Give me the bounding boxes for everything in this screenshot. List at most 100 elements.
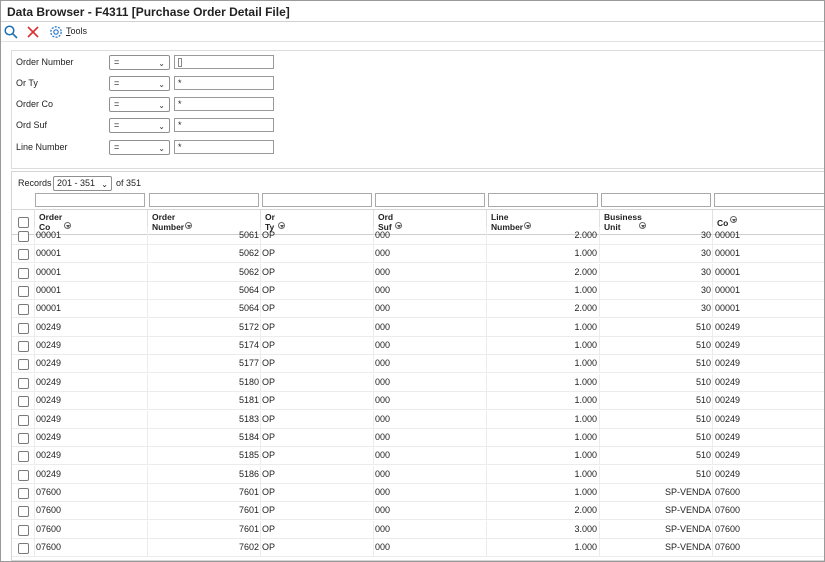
column-divider xyxy=(712,428,713,447)
table-row[interactable]: 00001 5062 OP 000 1.000 30 00001 xyxy=(12,245,824,264)
or-ty-input[interactable]: * xyxy=(174,76,274,90)
column-divider xyxy=(373,428,374,447)
filter-ord-suf[interactable] xyxy=(375,193,485,207)
operator-select[interactable]: = ⌄ xyxy=(109,140,170,155)
table-row[interactable]: 00249 5181 OP 000 1.000 510 00249 xyxy=(12,392,824,411)
column-divider xyxy=(373,483,374,502)
cell-order-co: 00249 xyxy=(36,376,62,387)
column-divider xyxy=(147,520,148,539)
filter-line-number[interactable] xyxy=(488,193,598,207)
chevron-down-icon: ⌄ xyxy=(101,180,108,189)
table-row[interactable]: 00249 5177 OP 000 1.000 510 00249 xyxy=(12,355,824,374)
row-checkbox[interactable] xyxy=(18,249,29,261)
cell-order-co: 00001 xyxy=(36,230,62,240)
column-divider xyxy=(34,300,35,319)
cell-co: 00001 xyxy=(715,303,741,314)
row-checkbox[interactable] xyxy=(18,451,29,463)
search-icon[interactable] xyxy=(4,25,18,39)
table-row[interactable]: 00001 5061 OP 000 2.000 30 00001 xyxy=(12,227,824,245)
sort-icon[interactable] xyxy=(730,216,737,223)
column-divider xyxy=(260,392,261,411)
row-checkbox[interactable] xyxy=(18,432,29,444)
row-checkbox[interactable] xyxy=(18,377,29,389)
row-checkbox[interactable] xyxy=(18,414,29,426)
table-row[interactable]: 00249 5183 OP 000 1.000 510 00249 xyxy=(12,410,824,429)
column-divider xyxy=(712,392,713,411)
column-divider xyxy=(373,538,374,557)
column-divider xyxy=(260,447,261,466)
row-checkbox[interactable] xyxy=(18,396,29,408)
order-number-input[interactable] xyxy=(174,55,274,69)
filter-business-unit[interactable] xyxy=(601,193,711,207)
row-checkbox[interactable] xyxy=(18,487,29,499)
table-row[interactable]: 07600 7602 OP 000 1.000 SP-VENDA 07600 xyxy=(12,538,824,557)
operator-select[interactable]: = ⌄ xyxy=(109,55,170,70)
operator-select[interactable]: = ⌄ xyxy=(109,118,170,133)
row-checkbox[interactable] xyxy=(18,322,29,334)
chevron-down-icon: ⌄ xyxy=(158,80,165,89)
operator-value: = xyxy=(114,78,120,88)
column-divider xyxy=(486,428,487,447)
row-checkbox[interactable] xyxy=(18,506,29,518)
row-checkbox[interactable] xyxy=(18,542,29,554)
row-checkbox[interactable] xyxy=(18,267,29,279)
column-divider xyxy=(712,465,713,484)
cell-order-number: 7601 xyxy=(238,505,259,516)
cell-line-number: 1.000 xyxy=(574,413,597,424)
gear-icon[interactable] xyxy=(49,25,63,39)
row-checkbox[interactable] xyxy=(18,304,29,316)
records-range-select[interactable]: 201 - 351 ⌄ xyxy=(53,176,112,191)
close-icon[interactable] xyxy=(26,25,40,39)
filter-co[interactable] xyxy=(714,193,824,207)
table-row[interactable]: 00249 5172 OP 000 1.000 510 00249 xyxy=(12,318,824,337)
row-checkbox[interactable] xyxy=(18,469,29,481)
cell-business-unit: 510 xyxy=(695,321,711,332)
order-co-input[interactable]: * xyxy=(174,97,274,111)
cell-line-number: 2.000 xyxy=(574,303,597,314)
filter-order-co[interactable] xyxy=(35,193,145,207)
table-row[interactable]: 00249 5174 OP 000 1.000 510 00249 xyxy=(12,337,824,356)
results-grid: Records 201 - 351 ⌄ of 351 Order Co Order… xyxy=(11,171,824,561)
row-checkbox[interactable] xyxy=(18,341,29,353)
column-divider xyxy=(147,227,148,245)
toolbar: Tools xyxy=(1,22,824,42)
column-divider xyxy=(486,502,487,521)
operator-select[interactable]: = ⌄ xyxy=(109,97,170,112)
column-divider xyxy=(712,502,713,521)
cell-order-number: 5174 xyxy=(238,340,259,351)
filter-or-ty[interactable] xyxy=(262,193,372,207)
row-checkbox[interactable] xyxy=(18,286,29,298)
filter-order-number[interactable] xyxy=(149,193,259,207)
cell-co: 00249 xyxy=(715,340,741,351)
table-row[interactable]: 00249 5186 OP 000 1.000 510 00249 xyxy=(12,465,824,484)
column-divider xyxy=(599,318,600,337)
operator-select[interactable]: = ⌄ xyxy=(109,76,170,91)
cell-or-ty: OP xyxy=(262,505,276,516)
line-number-input[interactable]: * xyxy=(174,140,274,154)
table-row[interactable]: 00001 5062 OP 000 2.000 30 00001 xyxy=(12,263,824,282)
ord-suf-input[interactable]: * xyxy=(174,118,274,132)
cell-order-number: 5172 xyxy=(238,321,259,332)
table-row[interactable]: 00001 5064 OP 000 2.000 30 00001 xyxy=(12,300,824,319)
table-row[interactable]: 00249 5184 OP 000 1.000 510 00249 xyxy=(12,428,824,447)
cell-business-unit: 30 xyxy=(700,248,711,259)
table-row[interactable]: 07600 7601 OP 000 2.000 SP-VENDA 07600 xyxy=(12,502,824,521)
row-checkbox[interactable] xyxy=(18,524,29,536)
column-divider xyxy=(260,282,261,301)
table-row[interactable]: 00249 5185 OP 000 1.000 510 00249 xyxy=(12,447,824,466)
column-divider xyxy=(260,520,261,539)
cell-co: 00249 xyxy=(715,321,741,332)
table-row[interactable]: 00249 5180 OP 000 1.000 510 00249 xyxy=(12,373,824,392)
column-filter-row xyxy=(12,192,824,209)
cell-order-co: 07600 xyxy=(36,505,62,516)
row-checkbox[interactable] xyxy=(18,231,29,242)
tools-menu-button[interactable]: Tools xyxy=(66,26,87,36)
cell-ord-suf: 000 xyxy=(375,340,391,351)
cell-order-number: 5181 xyxy=(238,395,259,406)
table-row[interactable]: 07600 7601 OP 000 1.000 SP-VENDA 07600 xyxy=(12,483,824,502)
cell-order-number: 5186 xyxy=(238,468,259,479)
table-row[interactable]: 00001 5064 OP 000 1.000 30 00001 xyxy=(12,282,824,301)
cell-or-ty: OP xyxy=(262,230,276,240)
table-row[interactable]: 07600 7601 OP 000 3.000 SP-VENDA 07600 xyxy=(12,520,824,539)
row-checkbox[interactable] xyxy=(18,359,29,371)
